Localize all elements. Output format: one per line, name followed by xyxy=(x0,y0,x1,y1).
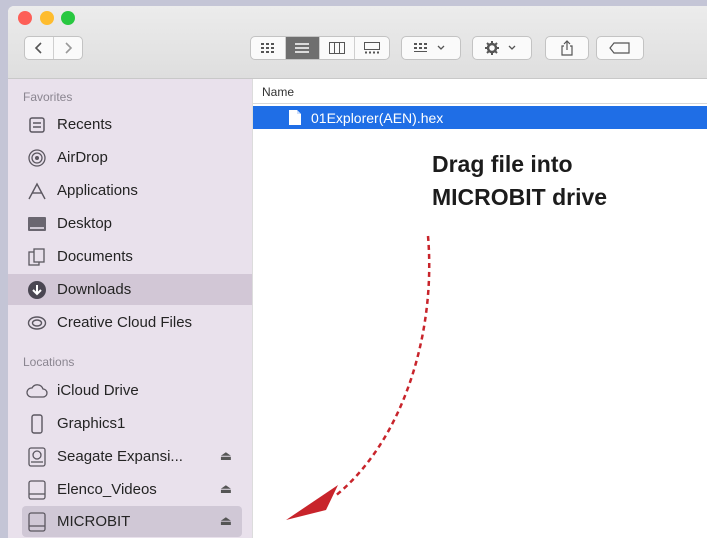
share-button-group xyxy=(545,36,589,60)
action-dropdown[interactable] xyxy=(472,36,532,60)
eject-icon[interactable]: ⏏ xyxy=(220,448,232,464)
sidebar-item-icloud-drive[interactable]: iCloud Drive xyxy=(22,375,242,406)
sidebar-item-applications[interactable]: Applications xyxy=(22,175,242,206)
instruction-line-2: MICROBIT drive xyxy=(432,184,608,210)
view-mode-group xyxy=(250,36,390,60)
sidebar-item-recents[interactable]: Recents xyxy=(22,109,242,140)
list-view-icon xyxy=(295,43,310,53)
close-window-button[interactable] xyxy=(18,11,32,25)
applications-icon xyxy=(26,180,48,202)
instruction-line-1: Drag file into xyxy=(432,151,573,177)
share-icon xyxy=(561,40,573,56)
desktop-icon xyxy=(26,213,48,235)
minimize-window-button[interactable] xyxy=(40,11,54,25)
action-button[interactable] xyxy=(473,37,531,59)
sidebar-item-creative-cloud[interactable]: Creative Cloud Files xyxy=(22,307,242,338)
icloud-icon xyxy=(26,380,48,402)
column-title: Name xyxy=(262,85,295,99)
documents-icon xyxy=(26,246,48,268)
file-row[interactable]: 01Explorer(AEN).hex xyxy=(253,106,707,129)
file-name: 01Explorer(AEN).hex xyxy=(311,110,444,126)
sidebar-item-label: Desktop xyxy=(57,215,113,232)
eject-icon[interactable]: ⏏ xyxy=(220,513,232,529)
sidebar-item-seagate[interactable]: Seagate Expansi... ⏏ xyxy=(22,441,242,472)
icon-grid-icon xyxy=(260,43,274,53)
sidebar-item-label: Creative Cloud Files xyxy=(57,314,193,331)
sidebar-item-airdrop[interactable]: AirDrop xyxy=(22,142,242,173)
back-button[interactable] xyxy=(25,37,54,59)
chevron-down-icon xyxy=(437,45,445,50)
group-by-button[interactable] xyxy=(402,37,460,59)
sidebar-item-label: MICROBIT xyxy=(57,513,131,530)
group-by-dropdown[interactable] xyxy=(401,36,461,60)
sidebar-item-label: iCloud Drive xyxy=(57,382,139,399)
column-view-icon xyxy=(328,42,345,54)
phone-icon xyxy=(26,413,48,435)
forward-button[interactable] xyxy=(54,37,82,59)
zoom-window-button[interactable] xyxy=(61,11,75,25)
back-forward-group xyxy=(24,36,83,60)
gallery-view-icon xyxy=(363,42,380,54)
sidebar-item-label: Seagate Expansi... xyxy=(57,448,183,465)
sidebar-item-graphics1[interactable]: Graphics1 xyxy=(22,408,242,439)
name-column-header[interactable]: Name xyxy=(253,79,707,104)
sidebar-item-label: Graphics1 xyxy=(57,415,126,432)
gear-icon xyxy=(485,41,516,55)
eject-icon[interactable]: ⏏ xyxy=(220,481,232,497)
sidebar-item-label: AirDrop xyxy=(57,149,108,166)
instruction-text: Drag file into MICROBIT drive xyxy=(432,148,692,214)
list-view-button[interactable] xyxy=(285,37,320,59)
favorites-heading: Favorites xyxy=(23,90,73,104)
tags-button-group xyxy=(596,36,644,60)
tags-button[interactable] xyxy=(597,37,643,59)
gallery-view-button[interactable] xyxy=(355,37,389,59)
chevron-right-icon xyxy=(65,42,72,54)
document-icon xyxy=(288,109,302,131)
tag-icon xyxy=(609,42,630,54)
icon-view-button[interactable] xyxy=(251,37,286,59)
sidebar-item-microbit[interactable]: MICROBIT ⏏ xyxy=(22,506,242,537)
drive-icon xyxy=(26,479,48,501)
share-button[interactable] xyxy=(546,37,588,59)
finder-window: Favorites Recents AirDrop Applications D… xyxy=(8,6,707,538)
drive-icon xyxy=(26,511,48,533)
column-view-button[interactable] xyxy=(320,37,355,59)
recents-icon xyxy=(26,114,48,136)
locations-heading: Locations xyxy=(23,355,75,369)
chevron-left-icon xyxy=(34,42,42,54)
toolbar xyxy=(8,6,707,79)
creative-cloud-icon xyxy=(26,312,48,334)
time-machine-disk-icon xyxy=(26,446,48,468)
sidebar-item-downloads[interactable]: Downloads xyxy=(8,274,252,305)
sidebar-item-elenco-videos[interactable]: Elenco_Videos ⏏ xyxy=(22,474,242,505)
sidebar-item-label: Documents xyxy=(57,248,133,265)
sidebar-item-label: Elenco_Videos xyxy=(57,481,157,498)
sidebar: Favorites Recents AirDrop Applications D… xyxy=(8,79,252,538)
sidebar-item-label: Recents xyxy=(57,116,113,133)
sidebar-item-documents[interactable]: Documents xyxy=(22,241,242,272)
downloads-icon xyxy=(26,279,48,301)
sidebar-item-label: Downloads xyxy=(57,281,132,298)
sidebar-item-desktop[interactable]: Desktop xyxy=(22,208,242,239)
airdrop-icon xyxy=(26,147,48,169)
group-grid-icon xyxy=(414,43,445,52)
sidebar-item-label: Applications xyxy=(57,182,138,199)
